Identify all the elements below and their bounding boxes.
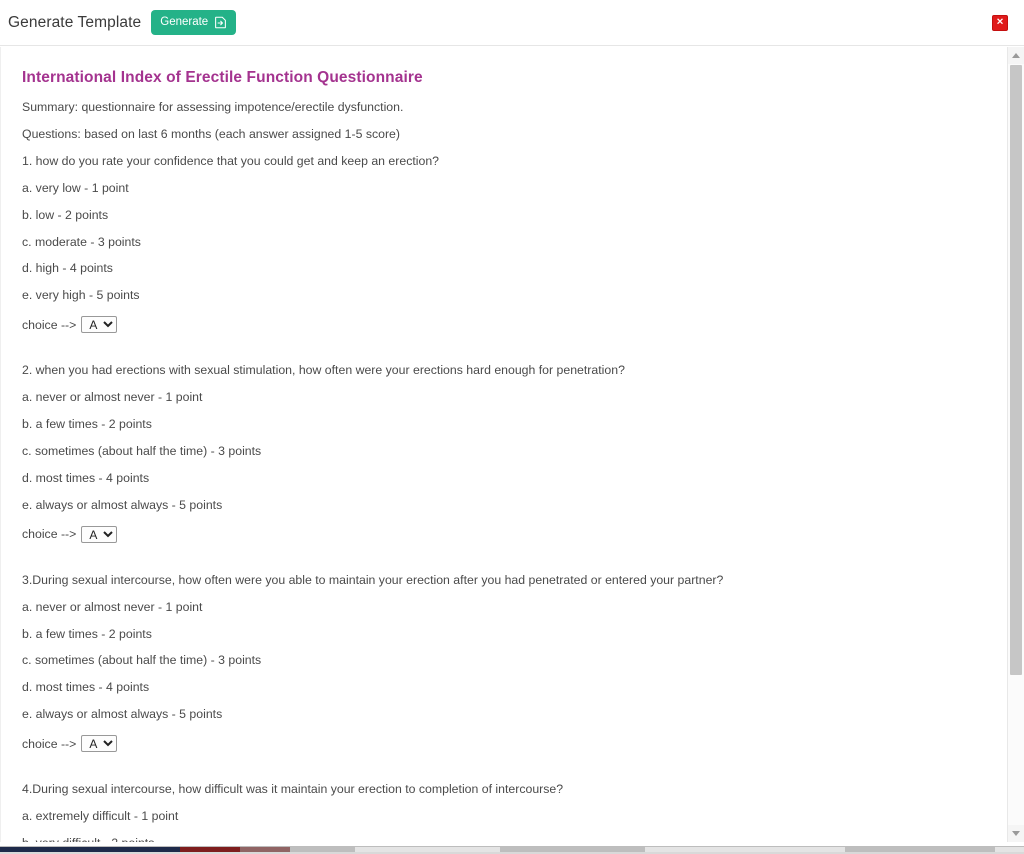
question-option: b. a few times - 2 points [22, 417, 152, 432]
question-option: e. very high - 5 points [22, 288, 140, 303]
question-text: 3.During sexual intercourse, how often w… [22, 572, 724, 587]
question-option: d. most times - 4 points [22, 470, 150, 485]
questions-container: 1. how do you rate your confidence that … [21, 153, 980, 842]
question-option: a. never or almost never - 1 point [22, 390, 203, 405]
question-text: 2. when you had erections with sexual st… [22, 363, 625, 378]
question-option: d. most times - 4 points [22, 680, 150, 695]
question-option: a. never or almost never - 1 point [22, 599, 203, 614]
question-option: a. extremely difficult - 1 point [22, 809, 179, 824]
background-ghost-text-3 [845, 847, 995, 852]
question-option: a. very low - 1 point [22, 180, 129, 195]
choice-row: choice --> ABCDE [22, 525, 980, 543]
close-button[interactable]: ✕ [992, 14, 1008, 31]
scroll-up-button[interactable] [1008, 47, 1024, 64]
choice-label: choice --> [22, 736, 77, 751]
choice-label: choice --> [22, 527, 77, 542]
document-questions-note: Questions: based on last 6 months (each … [22, 126, 400, 141]
choice-row: choice --> ABCDE [22, 735, 980, 753]
generate-button-label: Generate [160, 15, 209, 28]
save-file-icon [214, 16, 227, 29]
window-header: Generate Template Generate ✕ [0, 0, 1024, 46]
close-icon: ✕ [996, 16, 1004, 27]
background-accent-dark [0, 847, 180, 852]
question-block: 2. when you had erections with sexual st… [21, 363, 980, 543]
choice-select[interactable]: ABCDE [81, 316, 118, 334]
question-option: b. low - 2 points [22, 207, 109, 222]
vertical-scrollbar[interactable] [1007, 47, 1024, 842]
question-block: 4.During sexual intercourse, how difficu… [21, 783, 980, 842]
question-spacer [21, 557, 980, 574]
question-option: c. moderate - 3 points [22, 234, 141, 249]
question-option: c. sometimes (about half the time) - 3 p… [22, 653, 262, 668]
question-option: e. always or almost always - 5 points [22, 497, 223, 512]
scrollbar-thumb[interactable] [1010, 65, 1022, 675]
choice-select[interactable]: ABCDE [81, 525, 118, 543]
choice-label: choice --> [22, 317, 77, 332]
page-title: Generate Template [8, 13, 142, 31]
document-scroll-area[interactable]: International Index of Erectile Function… [0, 47, 1024, 842]
generate-button[interactable]: Generate [151, 10, 237, 35]
choice-select[interactable]: ABCDE [81, 735, 118, 753]
question-option: d. high - 4 points [22, 261, 113, 276]
question-spacer [21, 347, 980, 364]
background-window-sliver [0, 842, 1024, 854]
question-option: b. a few times - 2 points [22, 626, 152, 641]
chevron-down-icon [1012, 831, 1020, 836]
generate-template-window: Generate Template Generate ✕ Internation… [0, 0, 1024, 854]
question-text: 1. how do you rate your confidence that … [22, 153, 440, 168]
question-option: e. always or almost always - 5 points [22, 707, 223, 722]
question-spacer [21, 766, 980, 783]
question-block: 3.During sexual intercourse, how often w… [21, 572, 980, 753]
choice-row: choice --> ABCDE [22, 316, 980, 334]
document-title: International Index of Erectile Function… [22, 69, 423, 86]
background-ghost-text-1 [240, 847, 355, 852]
question-text: 4.During sexual intercourse, how difficu… [22, 782, 564, 797]
scroll-down-button[interactable] [1008, 825, 1024, 842]
document-summary: Summary: questionnaire for assessing imp… [22, 100, 404, 114]
question-option: c. sometimes (about half the time) - 3 p… [22, 443, 262, 458]
questionnaire-document: International Index of Erectile Function… [1, 47, 996, 842]
background-ghost-text-2 [500, 847, 645, 852]
question-block: 1. how do you rate your confidence that … [21, 153, 980, 334]
chevron-up-icon [1012, 53, 1020, 58]
